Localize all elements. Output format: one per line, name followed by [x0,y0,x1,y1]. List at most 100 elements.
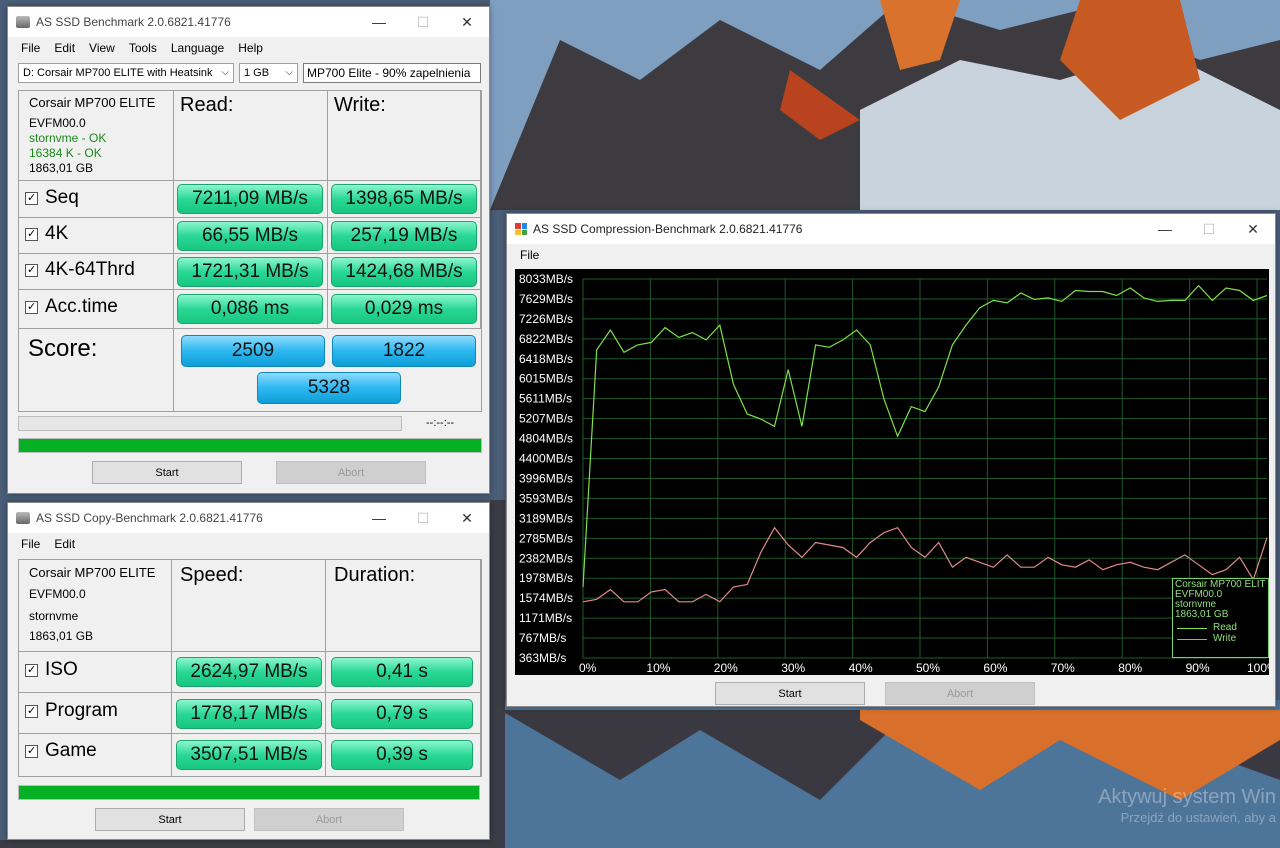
close-icon[interactable]: ✕ [1231,214,1275,244]
copy-start-button[interactable]: Start [95,808,245,831]
4k-write-value: 257,19 MB/s [331,221,477,251]
main-window-title: AS SSD Benchmark 2.0.6821.41776 [36,15,231,29]
checkbox-icon [25,744,38,758]
duration-header-cell: Duration: [326,560,481,652]
legend-capacity: 1863,01 GB [1175,609,1229,620]
size-select[interactable]: 1 GB ⌵ [239,63,298,83]
compression-benchmark-window: AS SSD Compression-Benchmark 2.0.6821.41… [506,213,1278,707]
app-drive-icon [16,16,30,28]
menu-edit[interactable]: Edit [47,41,82,55]
seq-read-value: 7211,09 MB/s [177,184,323,214]
program-duration-value: 0,79 s [331,699,473,729]
size-select-value: 1 GB [244,67,270,79]
4k-checkbox[interactable]: 4K [25,223,68,245]
minimize-icon[interactable]: — [1143,214,1187,244]
overall-progress-bar [18,438,482,453]
copy-window-title: AS SSD Copy-Benchmark 2.0.6821.41776 [36,511,263,525]
copy-menubar: File Edit [8,533,489,555]
drive-info-cell: Corsair MP700 ELITE EVFM00.0 stornvme - … [19,91,174,181]
y-tick-label: 3189MB/s [519,511,573,525]
duration-header: Duration: [334,564,416,586]
4k64-label: 4K-64Thrd [45,259,135,280]
close-icon[interactable]: ✕ [445,7,489,37]
seq-checkbox[interactable]: Seq [25,187,79,209]
checkbox-icon [25,263,38,277]
write-header-cell: Write: [328,91,481,181]
write-header: Write: [334,94,386,116]
checkbox-icon [25,227,38,241]
copy-driver: stornvme [29,609,79,623]
acctime-checkbox[interactable]: Acc.time [25,296,118,318]
compression-window-title: AS SSD Compression-Benchmark 2.0.6821.41… [533,222,803,236]
checkbox-icon [25,663,38,677]
copy-abort-button[interactable]: Abort [254,808,404,831]
activation-watermark-title: Aktywuj system Win [1098,786,1276,808]
activation-watermark-subtitle: Przejdź do ustawień, aby a [1120,810,1276,825]
y-tick-label: 2382MB/s [519,551,573,565]
checkbox-icon [25,191,38,205]
menu-language[interactable]: Language [164,41,231,55]
test-progress-bar [18,416,402,431]
score-read-value: 2509 [181,335,325,367]
copy-titlebar[interactable]: AS SSD Copy-Benchmark 2.0.6821.41776 — ☐… [8,503,489,533]
row-4k-label-cell: 4K [19,218,174,254]
menu-tools[interactable]: Tools [122,41,164,55]
legend-write-swatch [1177,639,1207,640]
maximize-icon[interactable]: ☐ [1187,214,1231,244]
compression-abort-button[interactable]: Abort [885,682,1035,705]
x-tick-label: 50% [916,661,940,675]
copy-drive-info-cell: Corsair MP700 ELITE EVFM00.0 stornvme 18… [19,560,172,652]
iso-checkbox[interactable]: ISO [25,659,78,681]
program-checkbox[interactable]: Program [25,700,118,722]
4k64-checkbox[interactable]: 4K-64Thrd [25,259,135,281]
x-tick-label: 20% [714,661,738,675]
y-tick-label: 767MB/s [519,631,566,645]
main-titlebar[interactable]: AS SSD Benchmark 2.0.6821.41776 — ☐ ✕ [8,7,489,37]
drive-select[interactable]: D: Corsair MP700 ELITE with Heatsink ⌵ [18,63,234,83]
seq-label: Seq [45,187,79,208]
close-icon[interactable]: ✕ [445,503,489,533]
compression-titlebar[interactable]: AS SSD Compression-Benchmark 2.0.6821.41… [507,214,1275,244]
y-tick-label: 7629MB/s [519,292,573,306]
game-speed-value: 3507,51 MB/s [176,740,322,770]
seq-write-value: 1398,65 MB/s [331,184,477,214]
menu-view[interactable]: View [82,41,122,55]
game-checkbox[interactable]: Game [25,740,97,762]
legend-read-label: Read [1213,622,1237,633]
menu-file[interactable]: File [14,537,47,551]
y-tick-label: 1978MB/s [519,571,573,585]
menu-file[interactable]: File [513,248,546,262]
acctime-write-value: 0,029 ms [331,294,477,324]
drive-firmware: EVFM00.0 [29,116,86,130]
x-tick-label: 40% [849,661,873,675]
y-tick-label: 5611MB/s [519,392,572,406]
menu-edit[interactable]: Edit [47,537,82,551]
menu-help[interactable]: Help [231,41,270,55]
main-menubar: File Edit View Tools Language Help [8,37,489,59]
compression-chart: 8033MB/s 7629MB/s 7226MB/s 6822MB/s 6418MB/s… [515,269,1278,675]
align-status: 16384 K - OK [29,146,102,160]
abort-button[interactable]: Abort [276,461,426,484]
x-tick-label: 80% [1118,661,1142,675]
driver-status: stornvme - OK [29,131,107,145]
acctime-label: Acc.time [45,296,118,317]
legend-write-entry: Write [1175,634,1266,645]
y-tick-label: 3996MB/s [519,471,573,485]
y-tick-label: 363MB/s [519,651,566,665]
row-seq-label-cell: Seq [19,181,174,218]
y-tick-label: 6822MB/s [519,332,573,346]
x-tick-label: 60% [983,661,1007,675]
results-panel: Corsair MP700 ELITE EVFM00.0 stornvme - … [18,90,482,412]
copy-results-panel: Corsair MP700 ELITE EVFM00.0 stornvme 18… [18,559,482,777]
maximize-icon[interactable]: ☐ [401,503,445,533]
maximize-icon[interactable]: ☐ [401,7,445,37]
start-button[interactable]: Start [92,461,242,484]
game-duration-value: 0,39 s [331,740,473,770]
menu-file[interactable]: File [14,41,47,55]
minimize-icon[interactable]: — [357,503,401,533]
minimize-icon[interactable]: — [357,7,401,37]
drive-select-value: D: Corsair MP700 ELITE with Heatsink [23,67,213,79]
compression-start-button[interactable]: Start [715,682,865,705]
label-input[interactable]: MP700 Elite - 90% zapelnienia [303,63,481,83]
chevron-down-icon: ⌵ [285,67,293,78]
